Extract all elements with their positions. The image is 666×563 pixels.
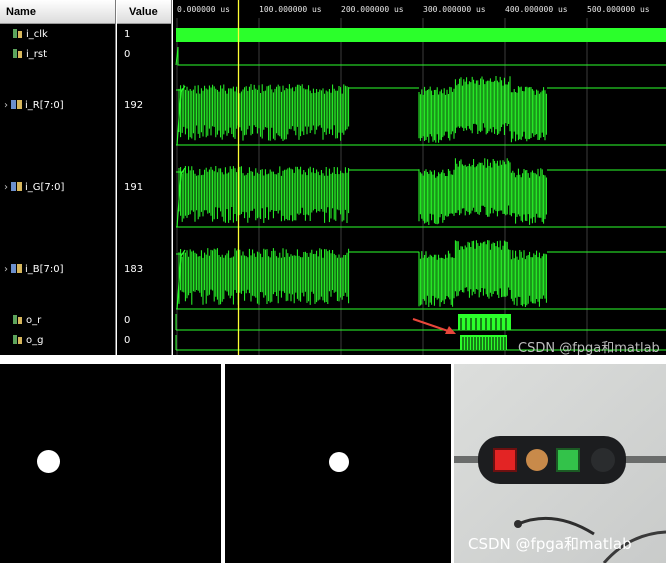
i-g-trace — [176, 158, 666, 228]
signal-row-i-g[interactable]: › i_G[7:0] — [0, 180, 115, 196]
signal-row-o-r[interactable]: o_r — [0, 313, 115, 329]
signal-icon — [13, 49, 23, 58]
expand-chevron-icon[interactable]: › — [1, 180, 11, 196]
signal-name: i_R[7:0] — [25, 100, 64, 111]
signal-row-i-clk[interactable]: i_clk — [0, 27, 115, 43]
detected-blob — [329, 452, 349, 472]
traffic-light-photo: CSDN @fpga和matlab — [454, 364, 666, 563]
bus-icon — [11, 264, 22, 273]
signal-icon — [13, 29, 23, 38]
signal-value-column: Value 1 0 192 191 183 0 0 — [117, 0, 172, 355]
rst-trace — [175, 46, 666, 66]
signal-icon — [13, 335, 23, 344]
watermark: CSDN @fpga和matlab — [518, 341, 660, 356]
signal-row-i-b[interactable]: › i_B[7:0] — [0, 262, 115, 278]
signal-name: i_B[7:0] — [25, 264, 64, 275]
binary-mask-green-panel — [225, 364, 451, 563]
annotation-arrow-icon — [412, 318, 456, 334]
signal-name-column: Name i_clk i_rst › i_R[7:0] › i_G[7:0] › i_… — [0, 0, 116, 355]
watermark: CSDN @fpga和matlab — [468, 535, 632, 553]
signal-value: 0 — [124, 315, 131, 326]
signal-row-o-g[interactable]: o_g — [0, 333, 115, 349]
signal-name: o_g — [26, 335, 44, 346]
signal-row-i-rst[interactable]: i_rst — [0, 47, 115, 63]
expand-chevron-icon[interactable]: › — [1, 98, 11, 114]
i-b-trace — [176, 240, 666, 310]
detected-blob — [37, 450, 60, 473]
signal-icon — [13, 315, 23, 324]
value-column-header[interactable]: Value — [117, 0, 171, 24]
signal-value: 0 — [124, 49, 131, 60]
waveform-viewer: Name i_clk i_rst › i_R[7:0] › i_G[7:0] › i_… — [0, 0, 666, 356]
binary-mask-red-panel — [0, 364, 221, 563]
signal-name: o_r — [26, 315, 42, 326]
signal-name: i_G[7:0] — [25, 182, 65, 193]
expand-chevron-icon[interactable]: › — [1, 262, 11, 278]
signal-value: 191 — [124, 182, 144, 193]
clk-trace — [176, 28, 666, 42]
signal-row-i-r[interactable]: › i_R[7:0] — [0, 98, 115, 114]
bus-icon — [11, 182, 22, 191]
signal-name: i_rst — [26, 49, 48, 60]
i-r-trace — [176, 76, 666, 146]
signal-value: 192 — [124, 100, 144, 111]
signal-value: 183 — [124, 264, 144, 275]
waveform-area[interactable]: 0.000000 us 100.000000 us 200.000000 us … — [173, 0, 666, 355]
signal-value: 1 — [124, 29, 131, 40]
signal-name: i_clk — [26, 29, 48, 40]
name-column-header[interactable]: Name — [0, 0, 115, 24]
waveform-canvas — [175, 0, 666, 355]
signal-value: 0 — [124, 335, 131, 346]
bus-icon — [11, 100, 22, 109]
